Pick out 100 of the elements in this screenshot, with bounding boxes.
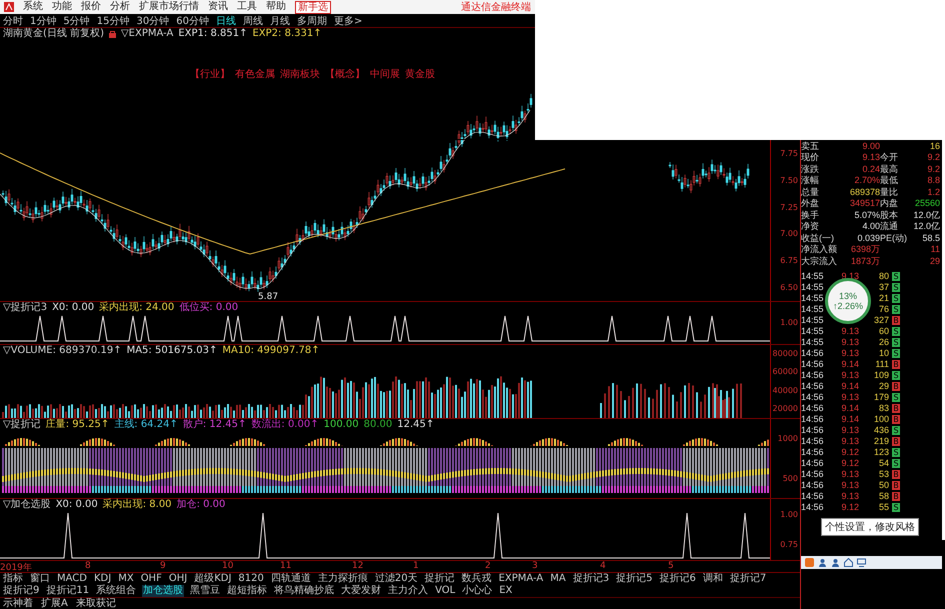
period-tab[interactable]: 日线 [216, 14, 236, 28]
indicator-tab[interactable]: 系统组合 [95, 585, 138, 597]
quote-label: 换手 [801, 210, 820, 220]
axis-label: 40000 [772, 386, 798, 395]
tick-time: 14:55 [801, 282, 825, 292]
user-icon[interactable] [831, 558, 840, 567]
tick-volume: 37 [878, 282, 889, 292]
menu-item[interactable]: 报价 [81, 1, 101, 13]
indicator-tab[interactable]: 加仓选股 [142, 585, 184, 597]
axis-label: 7.75 [780, 148, 798, 158]
indicator-tab[interactable]: 数兵戎 [460, 573, 493, 585]
trade-side-tag: S [892, 370, 900, 380]
low-price-label: 5.87 [258, 292, 278, 302]
indicator-tab[interactable]: 捉折记9 [2, 585, 40, 597]
indicator-tab[interactable]: 主力介入 [387, 585, 430, 597]
date-label: 12 [352, 561, 364, 572]
tick-time: 14:56 [801, 458, 825, 468]
tick-price: 9.13 [840, 436, 859, 446]
monitor-icon[interactable] [857, 558, 866, 567]
indicator-tab[interactable]: 8120 [237, 573, 265, 585]
menu-item[interactable]: 扩展市场行情 [139, 1, 199, 13]
indicator-tab[interactable]: 窗口 [29, 573, 51, 585]
indicator-tab[interactable]: 捉折记7 [728, 573, 768, 585]
indicator-tab[interactable]: 超短指标 [226, 585, 268, 597]
menu-item[interactable]: 功能 [52, 1, 72, 13]
axis-label: 7.25 [780, 202, 798, 212]
menu-item[interactable]: 分析 [110, 1, 130, 13]
period-tab[interactable]: 周线 [242, 14, 263, 28]
indicator-tab[interactable]: 四轨通道 [270, 573, 312, 585]
tick-volume: 26 [878, 337, 889, 347]
indicator-tab[interactable]: 捉折记3 [572, 573, 610, 585]
menu-item[interactable]: 系统 [23, 1, 43, 13]
indicator-tab[interactable]: VOL [434, 585, 456, 597]
tick-time: 14:55 [801, 337, 825, 347]
quote-label: 涨跌 [801, 164, 820, 174]
tick-price: 9.13 [840, 469, 859, 479]
quote-label: 净资 [801, 221, 820, 232]
quote-value: 12.0亿 [912, 221, 940, 232]
indicator-tab[interactable]: KDJ [92, 573, 112, 585]
period-tab[interactable]: 分时 [3, 14, 23, 28]
indicator-tab[interactable]: 调和 [702, 573, 724, 585]
period-tab[interactable]: 5分钟 [63, 14, 90, 28]
newbie-button[interactable]: 新手选 [295, 0, 331, 14]
indicator-tab[interactable]: EXPMA-A [498, 573, 544, 585]
user-icon[interactable] [818, 558, 827, 567]
annotation-tag: 【概念】 [325, 69, 365, 80]
indicator-value: X0: 0.00 [56, 498, 98, 510]
period-tab[interactable]: 多周期 [296, 14, 327, 28]
tick-volume: 53 [878, 469, 889, 479]
indicator-tab[interactable]: OHF [140, 573, 163, 585]
axis-label: 6.75 [780, 256, 798, 266]
tick-time: 14:56 [801, 469, 825, 479]
period-tab[interactable]: 15分钟 [96, 14, 130, 28]
indicator-value: EXP1: 8.851↑ [178, 28, 248, 39]
indicator-tab[interactable]: 指标 [2, 573, 24, 585]
period-tab[interactable]: 月线 [270, 14, 290, 28]
indicator-tab[interactable]: 捉折记11 [45, 585, 90, 597]
quote-label: 最低 [880, 175, 899, 186]
indicator-tab[interactable]: MX [117, 573, 135, 585]
indicator-tab[interactable]: 捉折记6 [658, 573, 697, 585]
indicator-tab[interactable]: OHJ [168, 573, 188, 585]
trade-side-tag: S [892, 272, 900, 280]
trade-side-tag: B [892, 382, 900, 390]
axis-label: 1.00 [780, 510, 798, 519]
indicator-tab[interactable]: 捉折记 [424, 573, 456, 585]
bottom-tab[interactable]: 示神着 [3, 598, 33, 609]
indicator-tab[interactable]: 将鸟精确抄底 [273, 585, 336, 597]
menu-item[interactable]: 工具 [237, 1, 257, 13]
trade-side-tag: S [892, 304, 900, 314]
home-icon[interactable] [844, 558, 853, 567]
period-tab[interactable]: 30分钟 [136, 14, 170, 28]
bottom-tab[interactable]: 来取获记 [76, 598, 116, 609]
tick-time: 14:55 [801, 304, 825, 314]
trade-side-tag: S [892, 348, 900, 358]
menu-item[interactable]: 帮助 [266, 1, 286, 13]
indicator-name: ▽捉折记3 [3, 302, 48, 313]
quote-value: 11 [930, 244, 940, 254]
indicator-name: ▽EXPMA-A [120, 28, 174, 39]
period-tab[interactable]: 60分钟 [176, 14, 209, 28]
indicator-tab[interactable]: 大爱发财 [340, 585, 382, 597]
indicator-tab[interactable]: 小心心 [461, 585, 494, 597]
axis-label: 80000 [772, 349, 798, 358]
period-tab[interactable]: 更多> [334, 14, 362, 28]
bottom-tab[interactable]: 扩展A [41, 598, 68, 609]
quote-value: 5.07% [853, 210, 880, 220]
period-tab[interactable]: 1分钟 [30, 14, 56, 28]
indicator-tab[interactable]: 主力探折痕 [316, 573, 369, 585]
indicator-tab[interactable]: MACD [56, 573, 88, 585]
indicator-tab[interactable]: EX [498, 585, 514, 597]
indicator-tab[interactable]: 过滤20天 [374, 573, 419, 585]
indicator-tab[interactable]: MA [549, 573, 567, 585]
tick-volume: 100 [872, 414, 889, 424]
trade-side-tag: S [892, 426, 900, 434]
indicator-tab[interactable]: 黑雪豆 [189, 585, 222, 597]
indicator-tab[interactable]: 捉折记5 [615, 573, 654, 585]
indicator-tab[interactable]: 超级KDJ [193, 573, 232, 585]
trade-side-tag: S [892, 294, 900, 302]
tick-volume: 123 [872, 447, 889, 457]
menu-item[interactable]: 资讯 [208, 1, 228, 13]
trade-side-tag: S [892, 448, 900, 456]
